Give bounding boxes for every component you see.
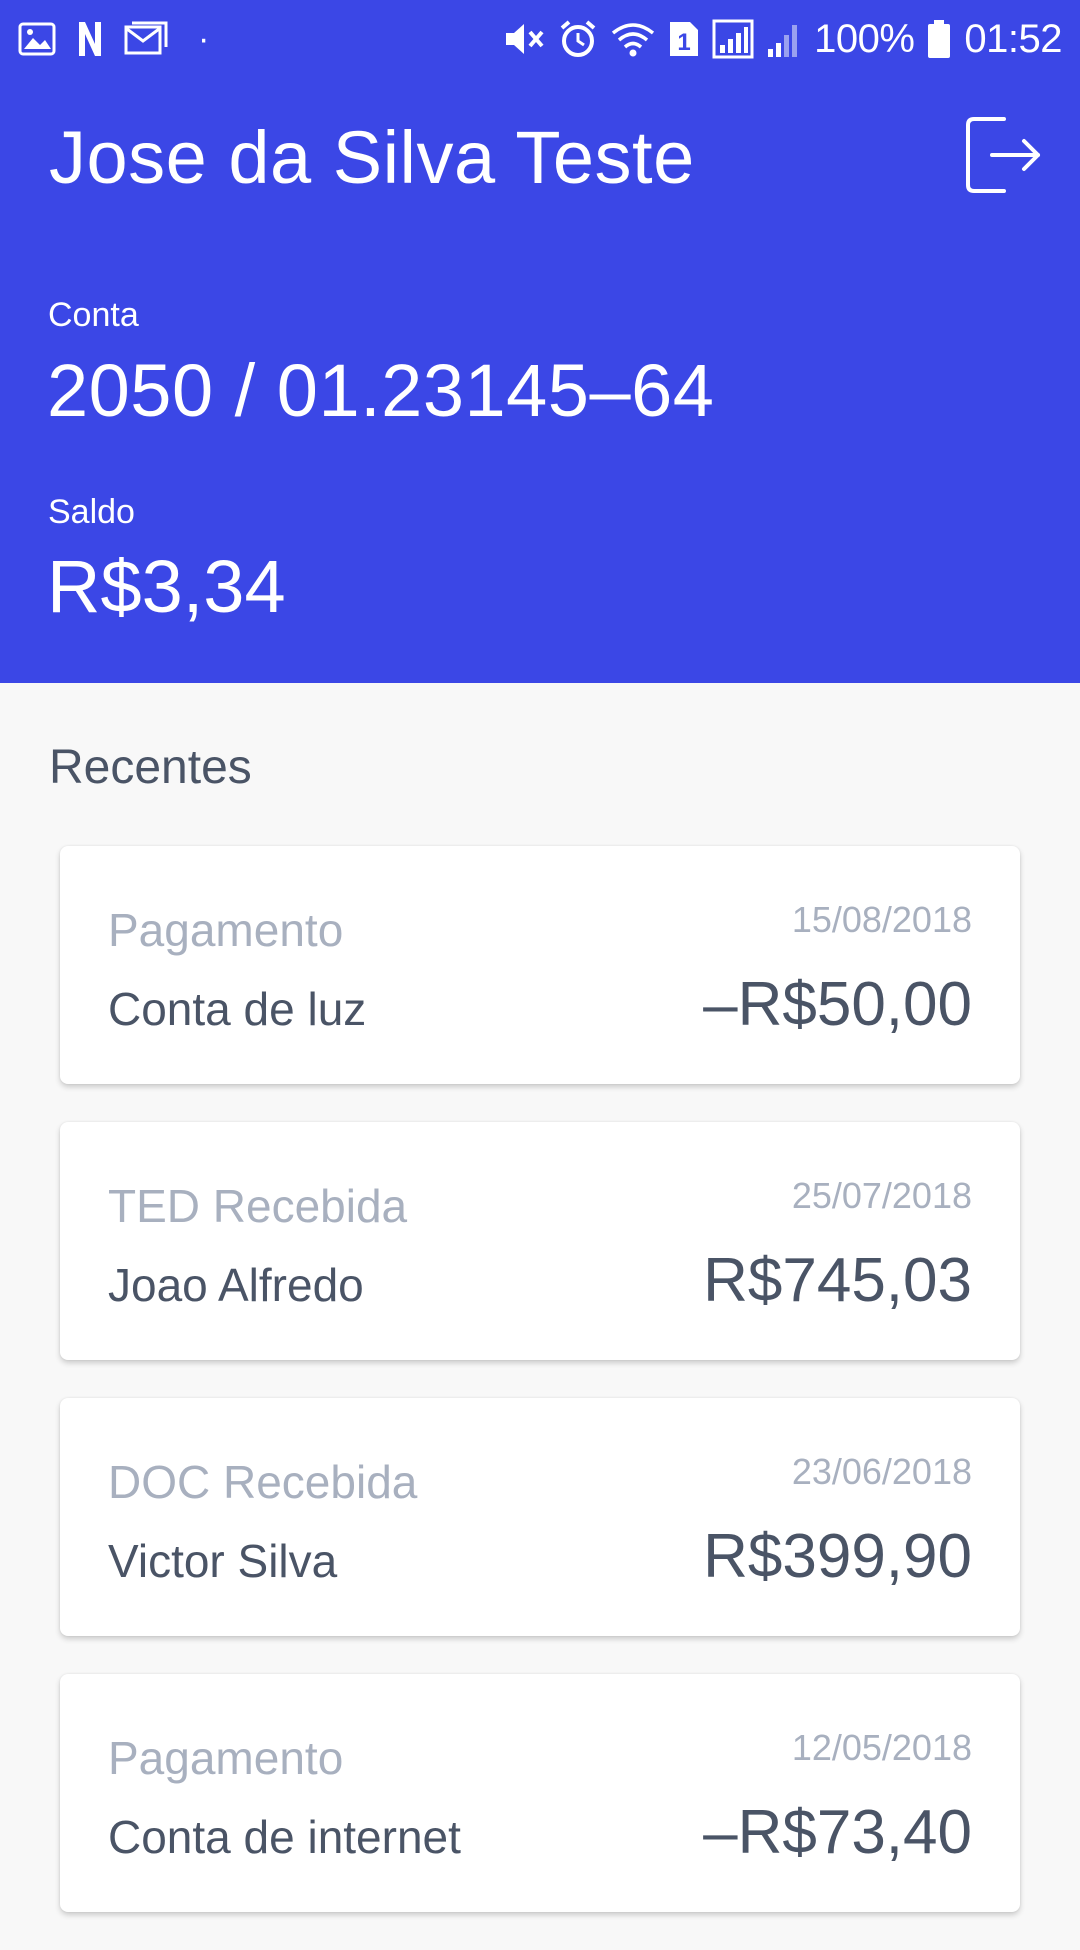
battery-percent: 100% [814,17,915,61]
transaction-description: Conta de luz [108,983,367,1035]
transaction-date: 12/05/2018 [791,1727,972,1768]
clock-time: 01:52 [964,17,1062,61]
wifi-icon [610,15,656,63]
signal-icon [712,15,754,63]
sim-slot-number: 1 [677,29,690,56]
transaction-type: Pagamento [108,904,344,956]
user-name: Jose da Silva Teste [49,116,695,199]
transaction-amount: R$399,90 [703,1522,972,1591]
transaction-amount: –R$73,40 [703,1798,972,1867]
transaction-type: Pagamento [108,1732,344,1784]
n-app-icon [76,15,104,63]
account-header: · 1 100% 01:52 Jose da Silva Teste Conta… [0,0,1080,683]
transaction-card[interactable]: TED Recebida Joao Alfredo 25/07/2018 R$7… [60,1122,1020,1360]
logout-icon [966,117,1040,193]
mute-icon [502,15,546,63]
transaction-description: Joao Alfredo [108,1259,364,1311]
transaction-type: DOC Recebida [108,1456,418,1508]
transaction-amount: –R$50,00 [703,970,972,1039]
transaction-type: TED Recebida [108,1180,408,1232]
logout-button[interactable] [962,110,1046,200]
signal-weak-icon [766,15,802,63]
transaction-amount: R$745,03 [703,1246,972,1315]
transactions-list: Pagamento Conta de luz 15/08/2018 –R$50,… [60,846,1020,1950]
balance-value: R$3,34 [47,545,286,628]
account-label: Conta [48,296,139,334]
account-number: 2050 / 01.23145–64 [47,349,715,432]
battery-icon [926,15,952,63]
transaction-description: Victor Silva [108,1535,338,1587]
transaction-date: 15/08/2018 [791,899,972,940]
transaction-date: 23/06/2018 [791,1451,972,1492]
image-icon [18,15,56,63]
transaction-card[interactable]: Pagamento Conta de luz 15/08/2018 –R$50,… [60,846,1020,1084]
recent-section-title: Recentes [49,741,252,794]
transaction-card[interactable]: DOC Recebida Victor Silva 23/06/2018 R$3… [60,1398,1020,1636]
alarm-icon [558,15,598,63]
sim-icon: 1 [668,15,700,63]
status-bar: · 1 100% 01:52 [0,0,1080,78]
transaction-description: Conta de internet [108,1811,461,1863]
transaction-card[interactable]: Pagamento Conta de internet 12/05/2018 –… [60,1674,1020,1912]
balance-label: Saldo [48,493,135,531]
notification-dot: · [198,20,210,58]
transaction-date: 25/07/2018 [791,1175,972,1216]
mail-icon [124,15,168,63]
